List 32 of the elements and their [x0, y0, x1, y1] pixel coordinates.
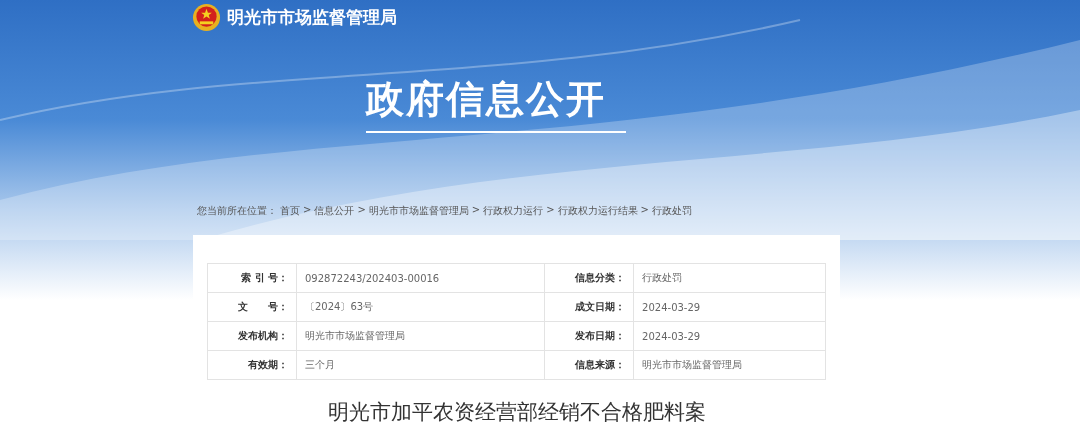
banner-title: 政府信息公开 [366, 74, 626, 133]
field-label: 文 号： [207, 292, 297, 322]
field-value: 明光市市场监督管理局 [296, 321, 545, 351]
field-label: 发布机构： [207, 321, 297, 351]
breadcrumb-link[interactable]: 行政权力运行 [483, 204, 544, 218]
breadcrumb-link[interactable]: 首页 [280, 204, 300, 218]
breadcrumb-link[interactable]: 行政处罚 [651, 204, 692, 218]
field-label: 索 引 号： [207, 263, 297, 293]
breadcrumb-link[interactable]: 明光市市场监督管理局 [368, 204, 469, 218]
field-value: 明光市市场监督管理局 [633, 350, 826, 380]
breadcrumb-link[interactable]: 行政权力运行结果 [557, 204, 638, 218]
breadcrumb-separator: > [640, 204, 649, 217]
field-value: 三个月 [296, 350, 545, 380]
field-value: 〔2024〕63号 [296, 292, 545, 322]
emblem-icon [192, 3, 221, 32]
field-label: 成文日期： [544, 292, 634, 322]
breadcrumb-separator: > [357, 204, 366, 217]
field-value: 2024-03-29 [633, 321, 826, 351]
breadcrumb-separator: > [546, 204, 555, 217]
article-title: 明光市加平农资经营部经销不合格肥料案 [326, 399, 707, 426]
field-label: 发布日期： [544, 321, 634, 351]
field-label: 信息分类： [544, 263, 634, 293]
breadcrumb-separator: > [303, 204, 312, 217]
field-label: 信息来源： [544, 350, 634, 380]
breadcrumb-separator: > [471, 204, 481, 217]
field-value: 行政处罚 [633, 263, 826, 293]
field-value: 2024-03-29 [633, 292, 826, 322]
field-label: 有效期： [207, 350, 297, 380]
site-name: 明光市市场监督管理局 [227, 6, 397, 29]
breadcrumb-link[interactable]: 信息公开 [314, 204, 355, 218]
breadcrumb-label: 您当前所在位置： [197, 204, 277, 218]
field-value: 092872243/202403-00016 [296, 263, 545, 293]
